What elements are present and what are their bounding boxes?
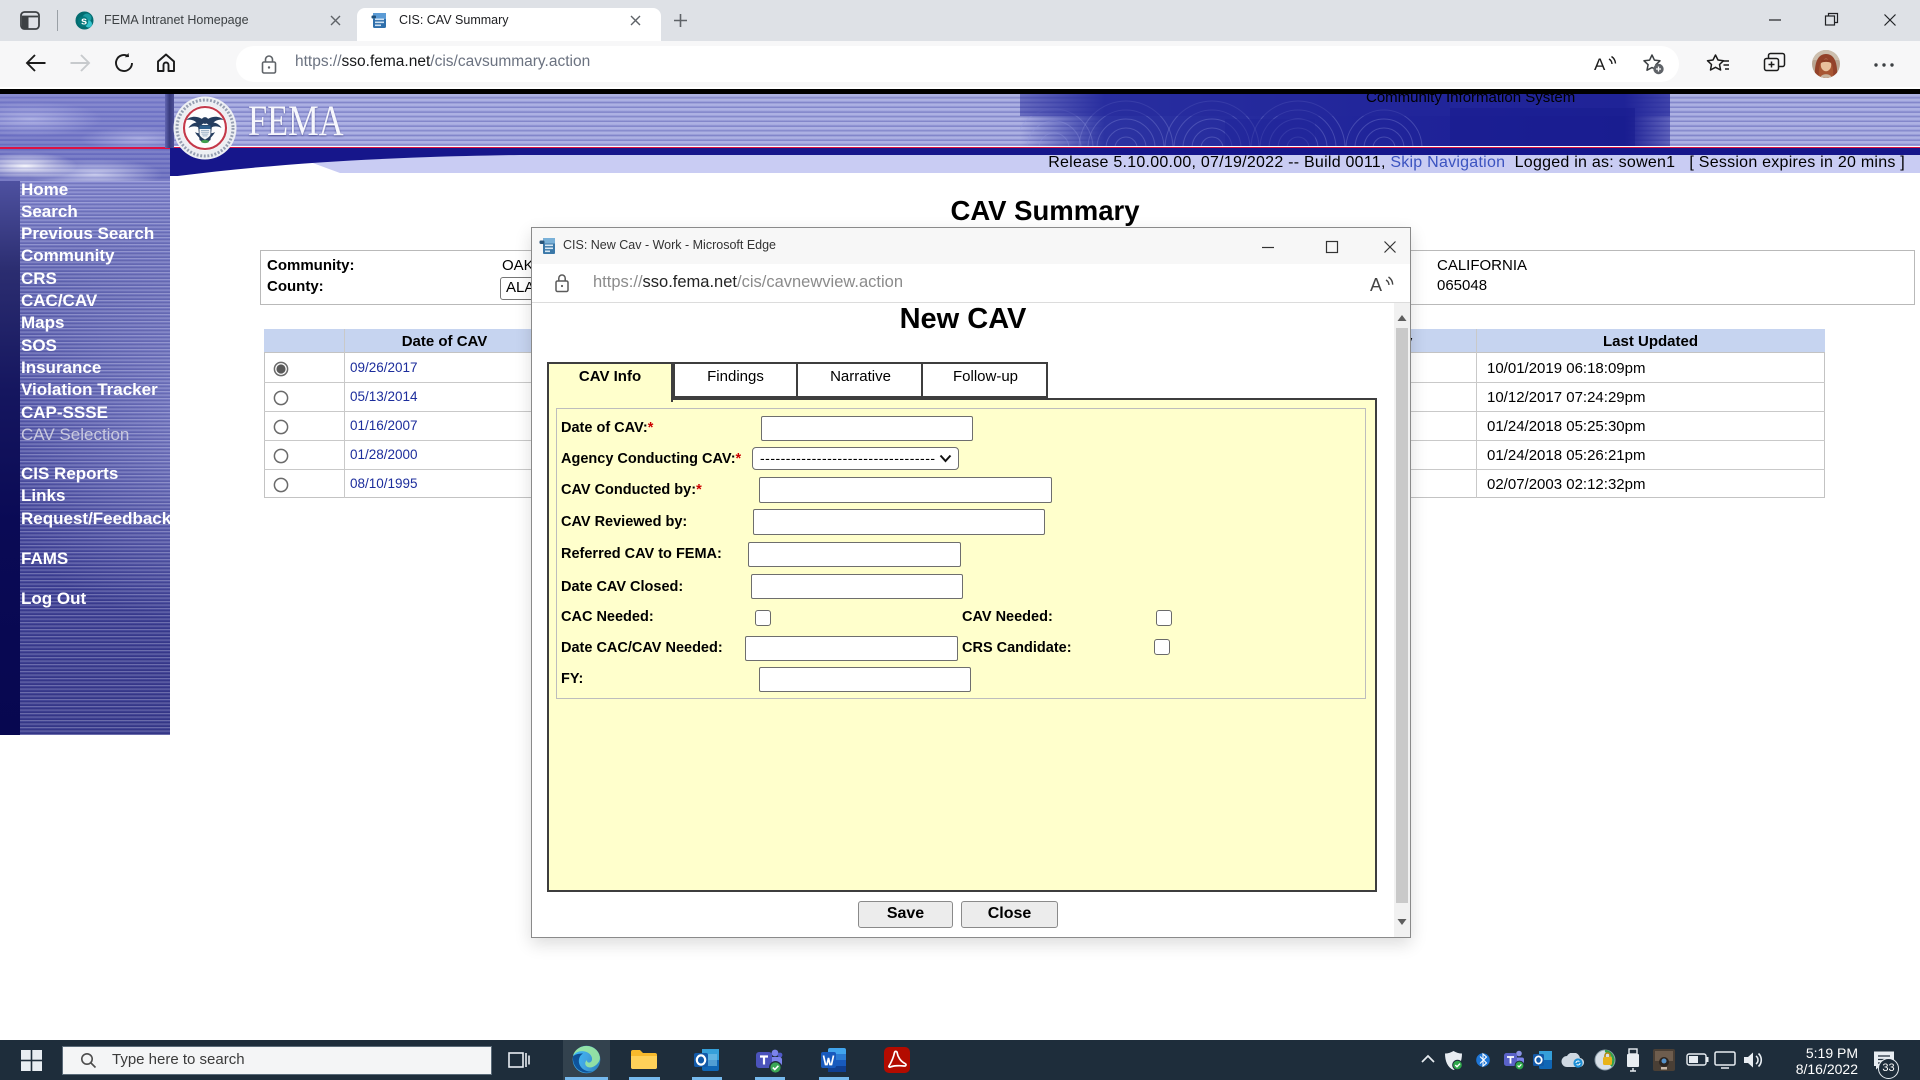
svg-text:A: A xyxy=(1594,55,1606,74)
svg-text:A: A xyxy=(1370,275,1382,295)
svg-text:s: s xyxy=(81,16,87,28)
